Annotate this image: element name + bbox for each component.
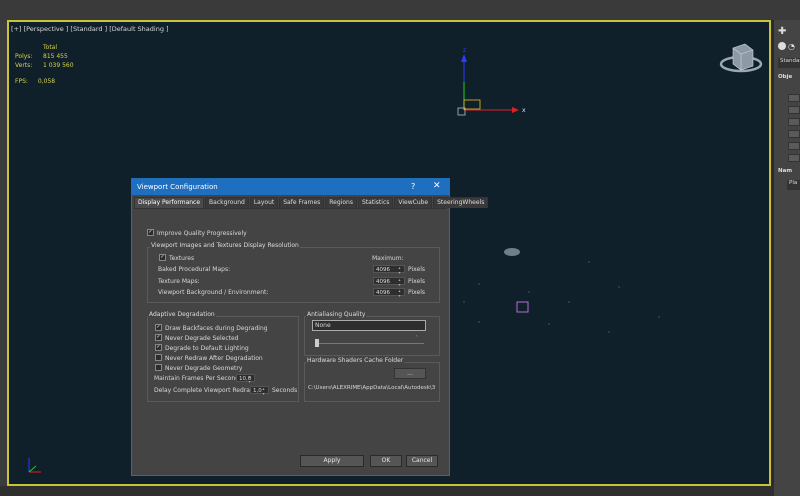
never-degrade-geometry-checkbox[interactable]: Never Degrade Geometry bbox=[155, 364, 243, 372]
gizmo-x-label: x bbox=[522, 107, 526, 114]
seconds-unit: Seconds bbox=[272, 387, 298, 394]
command-panel: ✚ ◔ Standar Obje Nam Pla bbox=[774, 20, 800, 496]
checkbox-box[interactable] bbox=[155, 364, 162, 371]
degrade-default-lighting-checkbox[interactable]: ✓ Degrade to Default Lighting bbox=[155, 344, 249, 352]
draw-backfaces-checkbox[interactable]: ✓ Draw Backfaces during Degrading bbox=[155, 324, 268, 332]
tab-display-performance[interactable]: Display Performance bbox=[134, 197, 205, 208]
shapes-icon[interactable]: ◔ bbox=[788, 42, 795, 51]
pixels-unit: Pixels bbox=[408, 266, 426, 273]
viewport-background-spinner[interactable]: 4096 bbox=[373, 288, 405, 298]
never-redraw-label: Never Redraw After Degradation bbox=[165, 355, 263, 362]
world-axis-icon bbox=[28, 458, 41, 473]
baked-procedural-label: Baked Procedural Maps: bbox=[158, 266, 231, 273]
textures-checkbox[interactable]: ✓ Textures bbox=[159, 254, 195, 262]
slider-tick-mark: ' bbox=[416, 335, 418, 341]
scene-object bbox=[504, 248, 520, 256]
top-toolbar bbox=[0, 0, 800, 21]
baked-procedural-spinner[interactable]: 4096 bbox=[373, 265, 405, 275]
never-degrade-selected-checkbox[interactable]: ✓ Never Degrade Selected bbox=[155, 334, 239, 342]
pixels-unit: Pixels bbox=[408, 278, 426, 285]
cancel-button[interactable]: Cancel bbox=[406, 455, 438, 467]
draw-backfaces-label: Draw Backfaces during Degrading bbox=[165, 325, 268, 332]
tab-safe-frames[interactable]: Safe Frames bbox=[279, 197, 325, 208]
checkbox-box[interactable]: ✓ bbox=[147, 229, 154, 236]
checkbox-box[interactable]: ✓ bbox=[155, 344, 162, 351]
delay-redraw-label: Delay Complete Viewport Redraw in bbox=[154, 387, 263, 394]
never-degrade-selected-label: Never Degrade Selected bbox=[165, 335, 239, 342]
dialog-title: Viewport Configuration bbox=[137, 183, 218, 191]
help-icon[interactable]: ? bbox=[411, 182, 415, 191]
antialiasing-slider-handle[interactable] bbox=[315, 339, 319, 347]
delay-redraw-spinner[interactable]: 1,0 bbox=[250, 386, 269, 396]
object-button[interactable] bbox=[788, 118, 800, 126]
tab-viewcube[interactable]: ViewCube bbox=[394, 197, 433, 208]
selected-object-box[interactable] bbox=[516, 301, 529, 313]
maintain-fps-label: Maintain Frames Per Second: bbox=[154, 375, 242, 382]
object-name-field[interactable]: Pla bbox=[787, 180, 800, 190]
shader-cache-path: C:\Users\ALEXRIME\AppData\Local\Autodesk… bbox=[308, 385, 436, 391]
never-redraw-checkbox[interactable]: Never Redraw After Degradation bbox=[155, 354, 263, 362]
object-type-section[interactable]: Obje bbox=[778, 74, 792, 80]
adaptive-group-title: Adaptive Degradation bbox=[148, 311, 216, 318]
antialiasing-slider-track[interactable] bbox=[316, 343, 424, 344]
textures-label: Textures bbox=[169, 255, 195, 262]
degrade-default-lighting-label: Degrade to Default Lighting bbox=[165, 345, 249, 352]
antialiasing-title: Antialiasing Quality bbox=[306, 311, 367, 318]
transform-gizmo-icon[interactable]: z x bbox=[457, 47, 526, 116]
browse-folder-button[interactable]: ... bbox=[394, 368, 426, 379]
dialog-titlebar[interactable]: Viewport Configuration ? ✕ bbox=[132, 179, 449, 195]
gizmo-z-label: z bbox=[463, 47, 466, 54]
texture-maps-label: Texture Maps: bbox=[158, 278, 200, 285]
geometry-sphere-icon[interactable] bbox=[778, 42, 786, 50]
tab-background[interactable]: Background bbox=[205, 197, 249, 208]
tab-regions[interactable]: Regions bbox=[325, 197, 357, 208]
viewcube-icon[interactable] bbox=[719, 43, 763, 73]
improve-quality-label: Improve Quality Progressively bbox=[157, 230, 247, 237]
tab-statistics[interactable]: Statistics bbox=[357, 197, 394, 208]
tab-steeringwheels[interactable]: SteeringWheels bbox=[433, 197, 489, 208]
antialiasing-value-field[interactable]: None bbox=[312, 320, 426, 331]
object-button[interactable] bbox=[788, 154, 800, 162]
dialog-tabs: Display Performance Background Layout Sa… bbox=[134, 197, 489, 208]
never-degrade-geometry-label: Never Degrade Geometry bbox=[165, 365, 243, 372]
object-button[interactable] bbox=[788, 130, 800, 138]
primitive-type-dropdown[interactable]: Standar bbox=[778, 58, 800, 68]
ok-button[interactable]: OK bbox=[370, 455, 402, 467]
apply-button[interactable]: Apply bbox=[300, 455, 364, 467]
tab-divider bbox=[134, 208, 447, 209]
shader-cache-title: Hardware Shaders Cache Folder bbox=[306, 357, 405, 364]
object-button[interactable] bbox=[788, 94, 800, 102]
checkbox-box[interactable] bbox=[155, 354, 162, 361]
pixels-unit: Pixels bbox=[408, 289, 426, 296]
create-plus-icon[interactable]: ✚ bbox=[778, 26, 786, 37]
maximum-label: Maximum: bbox=[372, 255, 404, 262]
viewport-background-label: Viewport Background / Environment: bbox=[158, 289, 269, 296]
object-button[interactable] bbox=[788, 142, 800, 150]
maintain-fps-spinner[interactable]: 10,0 bbox=[236, 374, 255, 384]
tab-layout[interactable]: Layout bbox=[249, 197, 279, 208]
improve-quality-checkbox[interactable]: ✓ Improve Quality Progressively bbox=[147, 229, 247, 237]
checkbox-box[interactable]: ✓ bbox=[155, 334, 162, 341]
images-group-title: Viewport Images and Textures Display Res… bbox=[150, 242, 300, 249]
name-color-section[interactable]: Nam bbox=[778, 168, 792, 174]
texture-maps-spinner[interactable]: 4096 bbox=[373, 277, 405, 287]
status-bar bbox=[0, 486, 800, 496]
checkbox-box[interactable]: ✓ bbox=[155, 324, 162, 331]
viewport-configuration-dialog: Viewport Configuration ? ✕ Display Perfo… bbox=[131, 178, 489, 476]
object-button[interactable] bbox=[788, 106, 800, 114]
checkbox-box[interactable]: ✓ bbox=[159, 254, 166, 261]
left-strip bbox=[0, 20, 7, 496]
close-icon[interactable]: ✕ bbox=[433, 181, 441, 191]
